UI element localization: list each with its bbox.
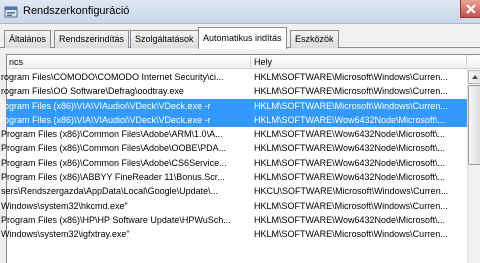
startup-list[interactable]: ncs Hely rogram Files\COMODO\COMODO Inte…	[1, 54, 480, 263]
tab-label: Eszközök	[295, 34, 334, 44]
row-command: rogram Files\OO Software\Defrag\oodtray.…	[1, 86, 184, 97]
scroll-thumb[interactable]	[468, 85, 480, 165]
column-header-location[interactable]: Hely	[251, 55, 272, 69]
row-location: HKLM\SOFTWARE\Microsoft\Windows\Curren..…	[254, 200, 448, 211]
close-icon	[466, 4, 476, 14]
table-row[interactable]: rogram Files (x86)\VIA\VIAudioi\VDeck\VD…	[1, 98, 467, 113]
table-row[interactable]: rogram Files (x86)\VIA\VIAudioi\VDeck\VD…	[1, 112, 467, 128]
row-location: HKLM\SOFTWARE\Wow6432Node\Microsoft\...	[254, 214, 446, 225]
row-command: Windows\system32\hkcmd.exe"	[1, 200, 128, 211]
tab-services[interactable]: Szolgáltatások	[130, 30, 199, 48]
system-config-icon	[4, 6, 18, 18]
row-location: HKLM\SOFTWARE\Wow6432Node\Microsoft\...	[254, 143, 446, 154]
row-command: Program Files (x86)\ABBYY FineReader 11\…	[1, 172, 225, 183]
table-row[interactable]: Windows\system32\igfxtray.exe" HKLM\SOFTW…	[1, 227, 467, 241]
close-button[interactable]	[460, 0, 480, 18]
tab-startup[interactable]: Automatikus indítás	[198, 27, 287, 49]
table-row[interactable]: Program Files (x86)\ABBYY FineReader 11\…	[1, 170, 467, 184]
row-command: rogram Files (x86)\VIA\VIAudioi\VDeck\VD…	[1, 114, 211, 125]
tab-general[interactable]: Általános	[4, 30, 52, 48]
row-location: HKLM\SOFTWARE\Microsoft\Windows\Curren..…	[254, 100, 448, 111]
table-row[interactable]: Windows\system32\hkcmd.exe" HKLM\SOFTWARE…	[1, 199, 467, 213]
row-location: HKLM\SOFTWARE\Microsoft\Windows\Curren..…	[254, 86, 448, 97]
vertical-scrollbar[interactable]	[467, 70, 480, 263]
table-row[interactable]: Program Files (x86)\Common Files\Adobe\O…	[1, 141, 467, 155]
title-bar: Rendszerkonfiguráció	[0, 0, 480, 24]
table-row[interactable]: rogram Files\OO Software\Defrag\oodtray.…	[1, 84, 467, 98]
row-location: HKLM\SOFTWARE\Wow6432Node\Microsoft\...	[254, 114, 446, 125]
row-command: rogram Files (x86)\VIA\VIAudioi\VDeck\VD…	[1, 100, 211, 111]
tab-label: Rendszerindítás	[59, 34, 125, 44]
column-header-command[interactable]: ncs	[6, 55, 23, 69]
row-location: HKCU\SOFTWARE\Microsoft\Windows\Curren..…	[254, 186, 449, 197]
row-location: HKLM\SOFTWARE\Microsoft\Windows\Curren..…	[254, 72, 448, 82]
tab-tools[interactable]: Eszközök	[290, 30, 339, 48]
row-command: Program Files (x86)\Common Files\Adobe\O…	[1, 143, 227, 154]
list-rows: rogram Files\COMODO\COMODO Internet Secu…	[1, 70, 467, 242]
row-command: Program Files (x86)\Common Files\Adobe\C…	[1, 157, 227, 168]
row-location: HKLM\SOFTWARE\Microsoft\Windows\Curren..…	[254, 229, 448, 240]
row-command: Windows\system32\igfxtray.exe"	[1, 229, 130, 240]
table-row[interactable]: rogram Files\COMODO\COMODO Internet Secu…	[1, 70, 467, 84]
tab-label: Általános	[9, 34, 47, 44]
row-command: Program Files (x86)\Common Files\Adobe\A…	[1, 129, 223, 140]
chevron-up-icon	[472, 75, 478, 79]
tab-label: Szolgáltatások	[135, 34, 194, 44]
tab-label: Automatikus indítás	[203, 33, 282, 43]
row-command: rogram Files\COMODO\COMODO Internet Secu…	[1, 72, 224, 82]
table-row[interactable]: Program Files (x86)\HP\HP Software Updat…	[1, 213, 467, 227]
tab-strip: Általános Rendszerindítás Szolgáltatások…	[0, 24, 480, 49]
window-title: Rendszerkonfiguráció	[23, 5, 130, 17]
column-separator[interactable]	[466, 55, 467, 69]
row-command: sers\Rendszergazda\AppData\Local\Google\…	[1, 186, 219, 197]
row-command: Program Files (x86)\HP\HP Software Updat…	[1, 214, 231, 225]
list-header: ncs Hely	[7, 55, 480, 69]
tab-boot[interactable]: Rendszerindítás	[54, 30, 130, 48]
row-location: HKLM\SOFTWARE\Wow6432Node\Microsoft\...	[254, 157, 446, 168]
row-location: HKLM\SOFTWARE\Wow6432Node\Microsoft\...	[254, 129, 446, 140]
table-row[interactable]: sers\Rendszergazda\AppData\Local\Google\…	[1, 184, 467, 198]
startup-panel: ncs Hely rogram Files\COMODO\COMODO Inte…	[0, 48, 480, 263]
table-row[interactable]: Program Files (x86)\Common Files\Adobe\A…	[1, 127, 467, 141]
table-row[interactable]: Program Files (x86)\Common Files\Adobe\C…	[1, 156, 467, 170]
scroll-up-button[interactable]	[468, 70, 480, 84]
row-location: HKLM\SOFTWARE\Wow6432Node\Microsoft\...	[254, 172, 446, 183]
